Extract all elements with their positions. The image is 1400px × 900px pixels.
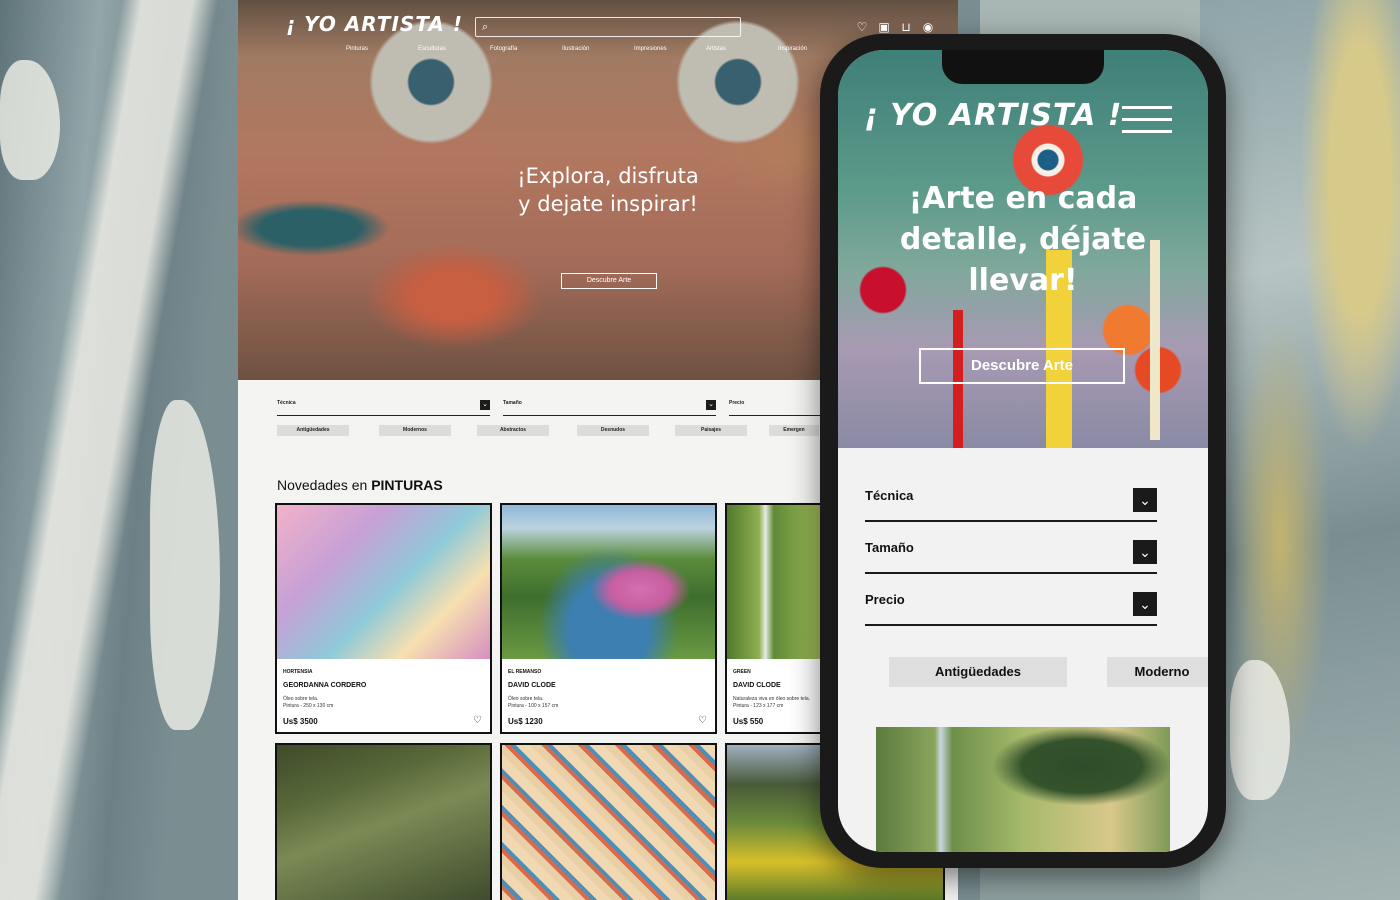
chip-abstractos[interactable]: Abstractos xyxy=(477,425,549,436)
product-card[interactable]: HORTENSIA GEORDANNA CORDERO Óleo sobre t… xyxy=(275,503,492,734)
filter-tamano[interactable]: Tamaño ⌄ xyxy=(503,398,716,416)
card-title: HORTENSIA xyxy=(283,669,313,675)
chevron-down-icon: ⌄ xyxy=(1133,540,1157,564)
heart-icon[interactable]: ♡ xyxy=(855,20,869,34)
phone-mockup: ¡ YO ARTISTA ! ¡Arte en cada detalle, dé… xyxy=(820,34,1226,868)
nav-item-inspiracion[interactable]: Inspiración xyxy=(778,46,850,52)
nav-item-pinturas[interactable]: Pinturas xyxy=(346,46,418,52)
nav-item-impresiones[interactable]: Impresiones xyxy=(634,46,706,52)
hero-title-line: detalle, déjate xyxy=(899,222,1147,257)
hero-title-line: llevar! xyxy=(968,263,1078,298)
mobile-hero: ¡ YO ARTISTA ! ¡Arte en cada detalle, dé… xyxy=(838,50,1208,448)
chevron-down-icon: ⌄ xyxy=(1133,592,1157,616)
painted-backdrop-right xyxy=(1200,0,1400,900)
hero-title-line: ¡Explora, disfruta xyxy=(517,164,699,188)
filter-label: Tamaño xyxy=(503,400,522,406)
mobile-hero-title: ¡Arte en cada detalle, déjate llevar! xyxy=(888,178,1158,301)
mobile-logo[interactable]: ¡ YO ARTISTA ! xyxy=(864,98,1122,133)
artwork-image xyxy=(502,505,715,659)
chip-antiguedades[interactable]: Antigüedades xyxy=(277,425,349,436)
card-price: Us$ 1230 xyxy=(508,717,543,726)
desktop-logo[interactable]: ¡ YO ARTISTA ! xyxy=(286,12,463,36)
filter-label: Tamaño xyxy=(865,540,914,555)
desktop-nav: Pinturas Esculturas Fotografía Ilustraci… xyxy=(346,46,850,52)
chip-desnudos[interactable]: Desnudos xyxy=(577,425,649,436)
card-desc-line: Pintura - 100 x 157 cm xyxy=(508,703,559,709)
product-card[interactable]: EL REMANSO DAVID CLODE Óleo sobre tela. … xyxy=(500,503,717,734)
card-description: Óleo sobre tela. Pintura - 100 x 157 cm xyxy=(508,696,658,710)
chip-modernos[interactable]: Modernos xyxy=(379,425,451,436)
mobile-discover-button[interactable]: Descubre Arte xyxy=(919,348,1125,384)
chevron-down-icon: ⌄ xyxy=(1133,488,1157,512)
nav-item-ilustracion[interactable]: Ilustración xyxy=(562,46,634,52)
chip-emergentes[interactable]: Emergen xyxy=(769,425,819,436)
search-icon: ⌕ xyxy=(482,21,489,33)
hero-title-line: y dejate inspirar! xyxy=(518,192,698,216)
heart-icon[interactable]: ♡ xyxy=(473,715,482,726)
filter-label: Precio xyxy=(729,400,745,406)
mobile-chip-moderno[interactable]: Moderno xyxy=(1107,657,1208,687)
nav-item-artistas[interactable]: Artistas xyxy=(706,46,778,52)
mobile-artwork-image[interactable] xyxy=(876,727,1170,852)
chevron-down-icon: ⌄ xyxy=(480,400,490,410)
card-title: EL REMANSO xyxy=(508,669,542,675)
section-title-prefix: Novedades en xyxy=(277,477,368,493)
phone-screen: ¡ YO ARTISTA ! ¡Arte en cada detalle, dé… xyxy=(838,50,1208,852)
filter-label: Precio xyxy=(865,592,905,607)
mobile-filter-tecnica[interactable]: Técnica ⌄ xyxy=(865,474,1157,522)
card-price: Us$ 3500 xyxy=(283,717,318,726)
card-title: GREEN xyxy=(733,669,751,675)
chip-paisajes[interactable]: Paisajes xyxy=(675,425,747,436)
gift-icon[interactable]: ▣ xyxy=(877,20,891,34)
heart-icon[interactable]: ♡ xyxy=(698,715,707,726)
filter-label: Técnica xyxy=(277,400,296,406)
hamburger-menu-icon[interactable] xyxy=(1122,106,1172,136)
phone-notch xyxy=(942,50,1104,84)
desktop-search-input[interactable]: ⌕ xyxy=(475,17,741,37)
mobile-chip-antiguedades[interactable]: Antigüedades xyxy=(889,657,1067,687)
card-price: Us$ 550 xyxy=(733,717,764,726)
product-card[interactable] xyxy=(500,743,717,900)
card-artist: DAVID CLODE xyxy=(508,682,556,689)
card-desc-line: Pintura - 250 x 130 cm xyxy=(283,703,334,709)
desktop-header-icons: ♡ ▣ ⊔ ◉ xyxy=(855,20,935,34)
hero-title-line: ¡Arte en cada xyxy=(908,181,1138,216)
user-icon[interactable]: ◉ xyxy=(921,20,935,34)
card-artist: GEORDANNA CORDERO xyxy=(283,682,367,689)
section-title-category: PINTURAS xyxy=(371,477,443,493)
desktop-hero-title: ¡Explora, disfruta y dejate inspirar! xyxy=(488,162,728,218)
nav-item-fotografia[interactable]: Fotografía xyxy=(490,46,562,52)
card-desc-line: Óleo sobre tela. xyxy=(508,696,544,702)
desktop-discover-button[interactable]: Descubre Arte xyxy=(561,273,657,289)
nav-item-esculturas[interactable]: Esculturas xyxy=(418,46,490,52)
section-title: Novedades en PINTURAS xyxy=(277,477,443,493)
filter-tecnica[interactable]: Técnica ⌄ xyxy=(277,398,490,416)
chevron-down-icon: ⌄ xyxy=(706,400,716,410)
mobile-filter-tamano[interactable]: Tamaño ⌄ xyxy=(865,526,1157,574)
artwork-image xyxy=(277,505,490,659)
card-artist: DAVID CLODE xyxy=(733,682,781,689)
card-desc-line: Óleo sobre tela. xyxy=(283,696,319,702)
filter-label: Técnica xyxy=(865,488,914,503)
card-description: Óleo sobre tela. Pintura - 250 x 130 cm xyxy=(283,696,433,710)
mobile-filter-precio[interactable]: Precio ⌄ xyxy=(865,578,1157,626)
product-card[interactable] xyxy=(275,743,492,900)
cart-icon[interactable]: ⊔ xyxy=(899,20,913,34)
